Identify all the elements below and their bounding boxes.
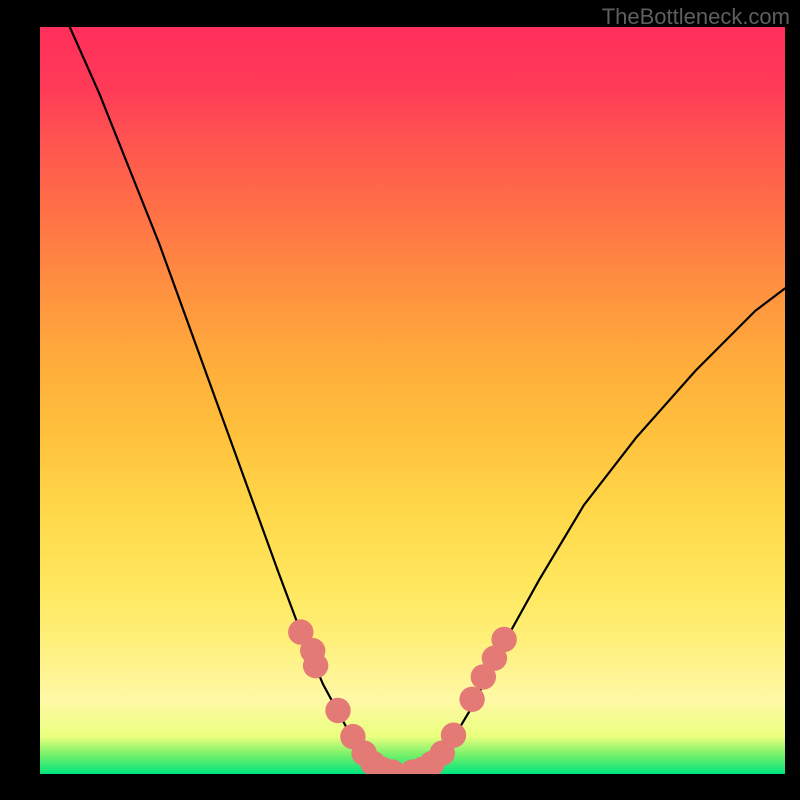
- chart-svg: [40, 27, 785, 774]
- marker-dot: [325, 698, 350, 723]
- marker-dot: [491, 627, 516, 652]
- marker-dot: [441, 723, 466, 748]
- curve-layer: [70, 27, 785, 773]
- curve-right: [398, 288, 785, 773]
- curve-left: [70, 27, 398, 773]
- plot-area: [40, 27, 785, 774]
- marker-layer: [288, 619, 517, 774]
- marker-dot: [303, 653, 328, 678]
- outer-frame: TheBottleneck.com: [0, 0, 800, 800]
- marker-dot: [459, 687, 484, 712]
